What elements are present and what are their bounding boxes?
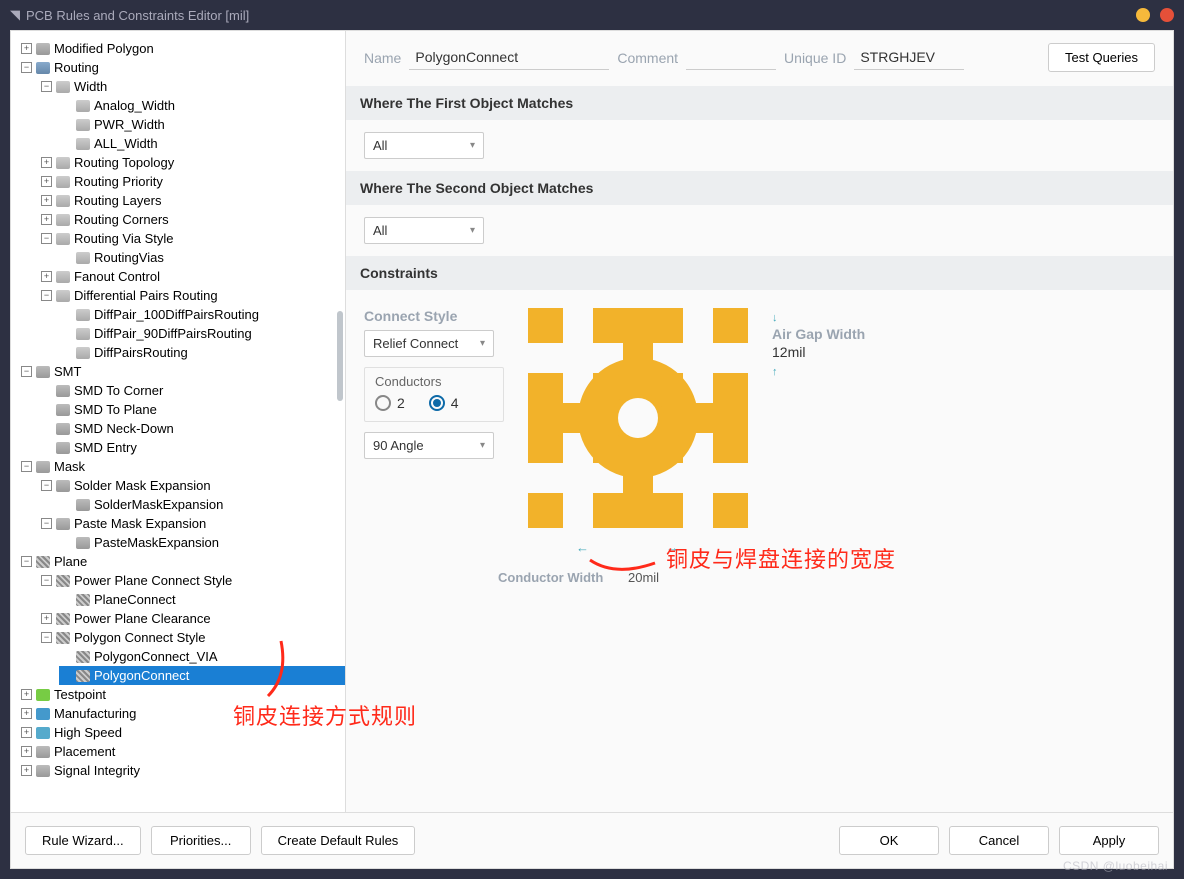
section-where-first: Where The First Object Matches [346,86,1173,120]
test-queries-button[interactable]: Test Queries [1048,43,1155,72]
connect-style-label: Connect Style [364,308,504,324]
name-label: Name [364,50,401,66]
conductor-width-label: Conductor Width [498,570,603,585]
uid-input[interactable] [854,45,964,70]
chevron-down-icon: ▾ [470,225,475,236]
tree-scrollbar[interactable] [337,311,343,401]
radio-conductors-2[interactable]: 2 [375,395,405,411]
rule-editor-panel: Name Comment Unique ID Test Queries Wher… [346,31,1173,812]
close-button[interactable] [1160,8,1174,22]
ok-button[interactable]: OK [839,826,939,855]
annotation-text: 铜皮与焊盘连接的宽度 [666,542,896,574]
chevron-down-icon: ▾ [470,140,475,151]
air-gap-label: Air Gap Width [772,326,865,342]
conductors-label: Conductors [375,374,493,389]
connect-style-select[interactable]: Relief Connect▾ [364,330,494,357]
section-constraints: Constraints [346,256,1173,290]
arrow-icon: ↓ [772,312,865,324]
uid-label: Unique ID [784,50,846,66]
second-match-select[interactable]: All▾ [364,217,484,244]
rule-wizard-button[interactable]: Rule Wizard... [25,826,141,855]
chevron-down-icon: ▾ [480,440,485,451]
window-title: PCB Rules and Constraints Editor [mil] [26,8,249,23]
tree-item-polygonconnect[interactable]: PolygonConnect [59,666,345,685]
watermark: CSDN @luobeihai [1063,859,1168,873]
name-input[interactable] [409,45,609,70]
first-match-select[interactable]: All▾ [364,132,484,159]
create-default-button[interactable]: Create Default Rules [261,826,416,855]
apply-button[interactable]: Apply [1059,826,1159,855]
arrow-icon: ↑ [772,366,865,378]
arrow-icon: ← [576,540,589,555]
priorities-button[interactable]: Priorities... [151,826,251,855]
rules-tree[interactable]: +Modified Polygon −Routing −Width Analog… [11,31,346,812]
angle-select[interactable]: 90 Angle▾ [364,432,494,459]
radio-conductors-4[interactable]: 4 [429,395,459,411]
cancel-button[interactable]: Cancel [949,826,1049,855]
air-gap-value: 12mil [772,344,865,360]
section-where-second: Where The Second Object Matches [346,171,1173,205]
comment-input[interactable] [686,45,776,70]
minimize-button[interactable] [1136,8,1150,22]
title-bar: ◥ PCB Rules and Constraints Editor [mil] [0,0,1184,30]
comment-label: Comment [617,50,678,66]
app-icon: ◥ [10,7,20,23]
chevron-down-icon: ▾ [480,338,485,349]
connect-diagram [528,308,748,528]
annotation-text: 铜皮连接方式规则 [233,699,417,731]
conductor-width-value: 20mil [628,570,659,585]
